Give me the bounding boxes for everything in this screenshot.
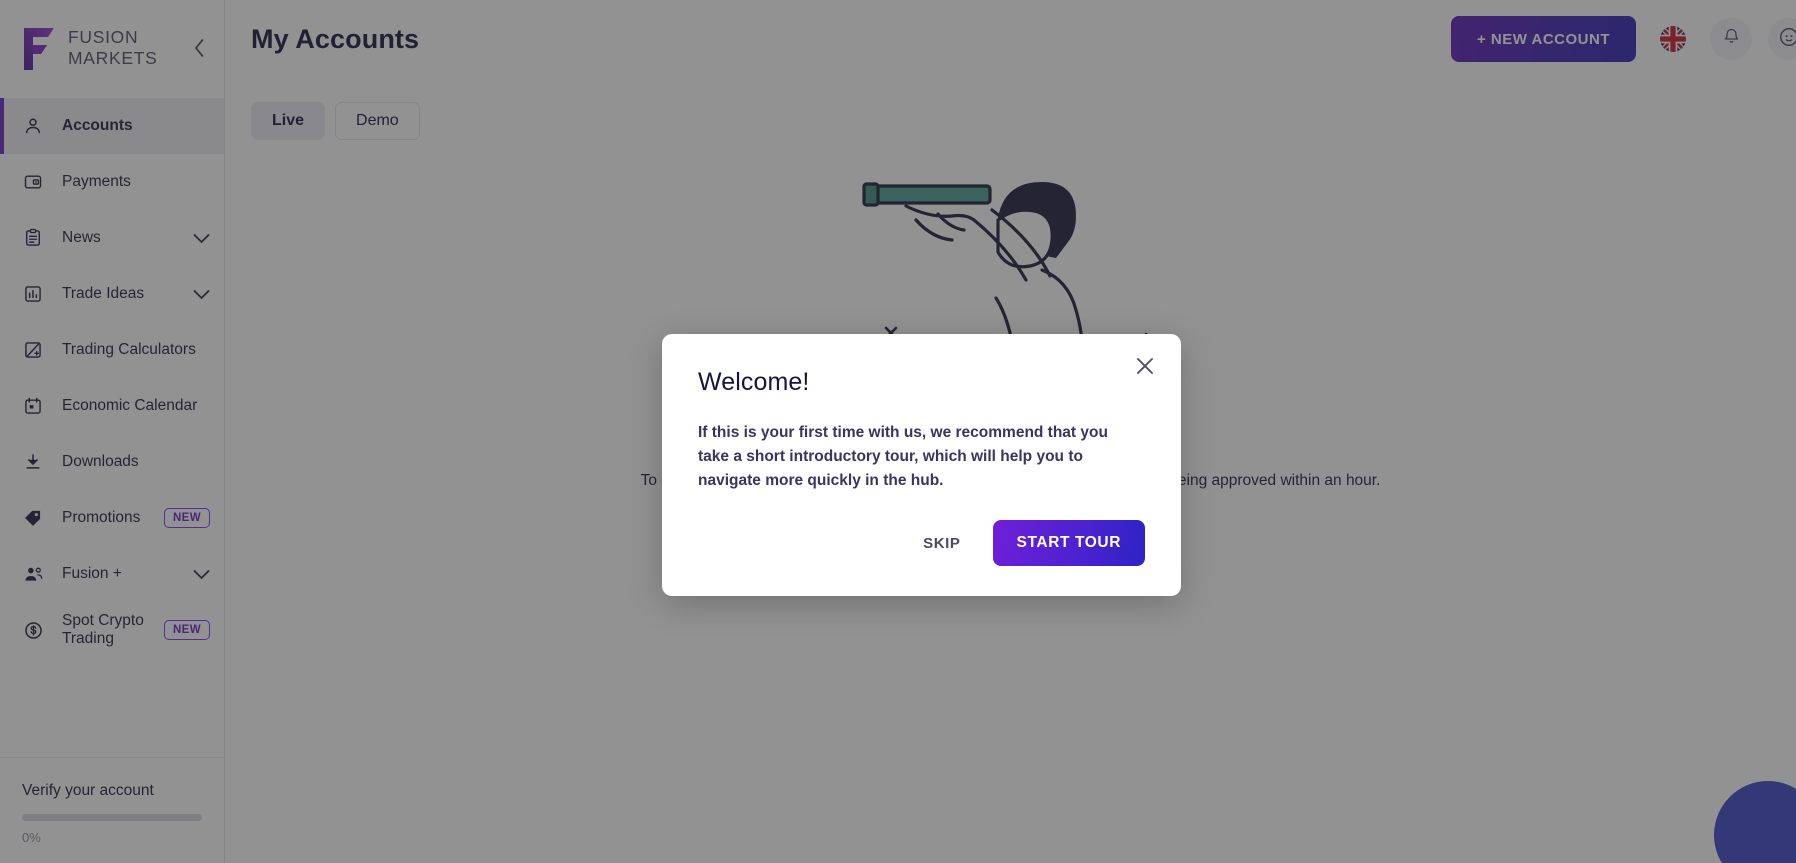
modal-actions: SKIP START TOUR xyxy=(698,520,1145,566)
start-tour-button[interactable]: START TOUR xyxy=(992,520,1145,566)
app-root: FUSION MARKETS Accounts xyxy=(0,0,1796,863)
skip-button[interactable]: SKIP xyxy=(905,523,978,564)
welcome-modal: Welcome! If this is your first time with… xyxy=(662,334,1181,596)
modal-body-text: If this is your first time with us, we r… xyxy=(698,424,1108,490)
modal-title: Welcome! xyxy=(698,368,810,396)
close-icon[interactable] xyxy=(1131,352,1159,380)
